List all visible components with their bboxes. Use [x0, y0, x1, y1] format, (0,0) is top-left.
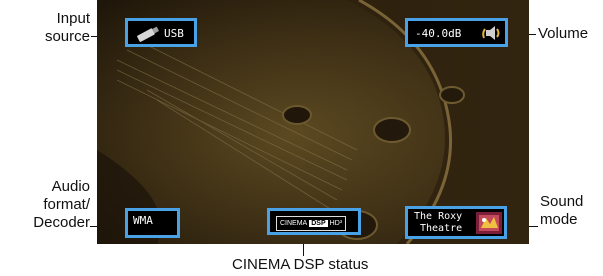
- callout-audio-format-line1: Audio: [51, 178, 90, 195]
- input-source-value: USB: [164, 27, 184, 40]
- callout-input-source-line1: Input: [56, 10, 90, 27]
- callout-sound-mode: Sound mode: [540, 193, 583, 229]
- cinema-dsp-logo: CINEMA DSP HD³: [276, 216, 347, 231]
- callout-audio-format-line2: format/: [43, 196, 90, 213]
- callout-input-source: Input source: [30, 10, 90, 46]
- osd-audio-format: WMA: [125, 208, 180, 238]
- volume-value: -40.0dB: [415, 27, 462, 40]
- sound-mode-name: The Roxy Theatre: [414, 211, 462, 235]
- callout-cinema-dsp-status: CINEMA DSP status: [232, 256, 369, 273]
- osd-sound-mode: The Roxy Theatre: [405, 206, 507, 239]
- callout-volume: Volume: [538, 25, 589, 42]
- cinema-dsp-label: CINEMA: [280, 220, 308, 227]
- speaker-icon: [482, 26, 500, 40]
- sound-mode-line2: Theatre: [420, 223, 463, 234]
- osd-cinema-dsp: CINEMA DSP HD³: [267, 208, 361, 235]
- usb-stick-icon: [137, 26, 160, 42]
- osd-volume: -40.0dB: [405, 18, 508, 47]
- cinema-dsp-badge: DSP: [309, 220, 328, 227]
- theatre-icon: [476, 212, 502, 234]
- callout-audio-format: Audio format/ Decoder: [8, 178, 90, 232]
- osd-input-source: USB: [125, 18, 197, 47]
- callout-audio-format-line3: Decoder: [33, 214, 90, 231]
- cinema-dsp-hd: HD³: [329, 220, 343, 227]
- callout-input-source-line2: source: [44, 28, 90, 45]
- audio-format-value: WMA: [133, 214, 153, 227]
- tv-screen: USB -40.0dB WMA CINEMA DSP HD³ The Roxy …: [97, 0, 529, 244]
- callout-sound-mode-line2: mode: [540, 211, 578, 228]
- sound-mode-line1: The Roxy: [414, 211, 463, 222]
- callout-sound-mode-line1: Sound: [540, 193, 584, 210]
